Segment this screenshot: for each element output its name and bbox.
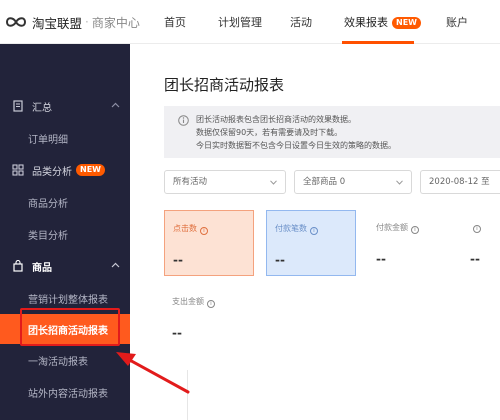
metric-value: -- (172, 326, 182, 340)
info-icon: i (310, 227, 318, 235)
brand-name: 淘宝联盟 (32, 15, 83, 31)
main-content: 团长招商活动报表 团长活动报表包含团长招商活动的效果数据。 数据仅保留90天，若… (130, 44, 500, 420)
sidebar-item-group-leader-activity-report[interactable]: 团长招商活动报表 (0, 314, 130, 344)
sidebar-item-offsite-content-report[interactable]: 站外内容活动报表 (0, 378, 130, 406)
info-icon: i (473, 225, 481, 233)
nav-activity[interactable]: 活动 (290, 14, 312, 30)
divider (187, 370, 188, 420)
sidebar: 汇总 订单明细 品类分析 NEW 商品分析 类目分析 商品 营销计划整体报表 团… (0, 44, 130, 420)
chevron-up-icon (111, 102, 120, 108)
nav-effect-report-label: 效果报表 (344, 16, 388, 29)
new-badge: NEW (392, 17, 421, 29)
metric-label: 支出金额 i (172, 296, 215, 308)
chevron-down-icon (396, 180, 403, 185)
metric-value: -- (173, 253, 183, 267)
metric-card-spend[interactable]: 支出金额 i -- (164, 284, 254, 350)
top-navigation-bar: 淘宝联盟 · 商家中心 首页 计划管理 活动 效果报表 NEW 账户 (0, 0, 500, 44)
sidebar-group-goods-label: 商品 (32, 262, 52, 274)
bag-icon (13, 260, 23, 272)
sidebar-item-marketing-plan-report[interactable]: 营销计划整体报表 (0, 284, 130, 312)
goods-select[interactable]: 全部商品 0 (294, 170, 412, 194)
activity-select-value: 所有活动 (173, 177, 208, 187)
nav-home[interactable]: 首页 (164, 14, 186, 30)
sidebar-item-order-details[interactable]: 订单明细 (0, 124, 130, 152)
chevron-up-icon (111, 262, 120, 268)
activity-select[interactable]: 所有活动 (164, 170, 286, 194)
info-icon (178, 115, 189, 126)
alimama-logo-icon (5, 17, 27, 27)
metric-card-payment-amount[interactable]: 付款金额 i -- (368, 210, 458, 276)
metric-label: 付款金额 i (376, 222, 419, 234)
sidebar-group-summary[interactable]: 汇总 (0, 92, 130, 120)
notice-line: 团长活动报表包含团长招商活动的效果数据。 (196, 115, 356, 124)
metric-card-clicks[interactable]: 点击数 i -- (164, 210, 254, 276)
nav-effect-report[interactable]: 效果报表 NEW (344, 14, 421, 30)
sidebar-item-goods-analysis[interactable]: 商品分析 (0, 188, 130, 216)
sidebar-group-category-analysis-label: 品类分析 (32, 166, 72, 178)
notice-panel: 团长活动报表包含团长招商活动的效果数据。 数据仅保留90天，若有需要请及时下载。… (164, 106, 500, 158)
chevron-down-icon (270, 180, 277, 185)
notice-line: 今日实时数据暂不包含今日设置今日生效的策略的数据。 (196, 141, 396, 150)
sidebar-group-category-analysis[interactable]: 品类分析 NEW (0, 156, 130, 184)
date-range-picker[interactable]: 2020-08-12 至 (420, 170, 500, 194)
sidebar-item-category-analysis[interactable]: 类目分析 (0, 220, 130, 248)
metric-label: 点击数 i (173, 223, 208, 235)
brand[interactable]: 淘宝联盟 · 商家中心 (4, 12, 140, 32)
info-icon: i (207, 300, 215, 308)
receipt-icon (13, 100, 23, 112)
nav-account[interactable]: 账户 (446, 14, 468, 30)
metric-value: -- (376, 252, 386, 266)
sidebar-item-yitao-activity-report[interactable]: 一淘活动报表 (0, 346, 130, 374)
info-icon: i (411, 226, 419, 234)
metric-card-payment-count[interactable]: 付款笔数 i -- (266, 210, 356, 276)
nav-plan-management[interactable]: 计划管理 (218, 14, 262, 30)
brand-subtitle: 商家中心 (91, 15, 140, 30)
goods-select-value: 全部商品 0 (303, 177, 346, 187)
metric-label: 付款笔数 i (275, 223, 318, 235)
sidebar-group-goods[interactable]: 商品 (0, 252, 130, 280)
brand-separator: · (85, 15, 89, 29)
date-range-value: 2020-08-12 至 (429, 177, 490, 187)
new-badge: NEW (76, 164, 105, 176)
info-icon: i (200, 227, 208, 235)
metric-label: i (470, 222, 481, 233)
metric-value: -- (275, 253, 285, 267)
metric-value: -- (470, 252, 480, 266)
grid-icon (12, 164, 24, 176)
sidebar-group-summary-label: 汇总 (32, 102, 52, 114)
metric-card-partial[interactable]: i -- (462, 210, 500, 276)
page-title: 团长招商活动报表 (164, 76, 285, 94)
notice-line: 数据仅保留90天，若有需要请及时下载。 (196, 128, 343, 137)
